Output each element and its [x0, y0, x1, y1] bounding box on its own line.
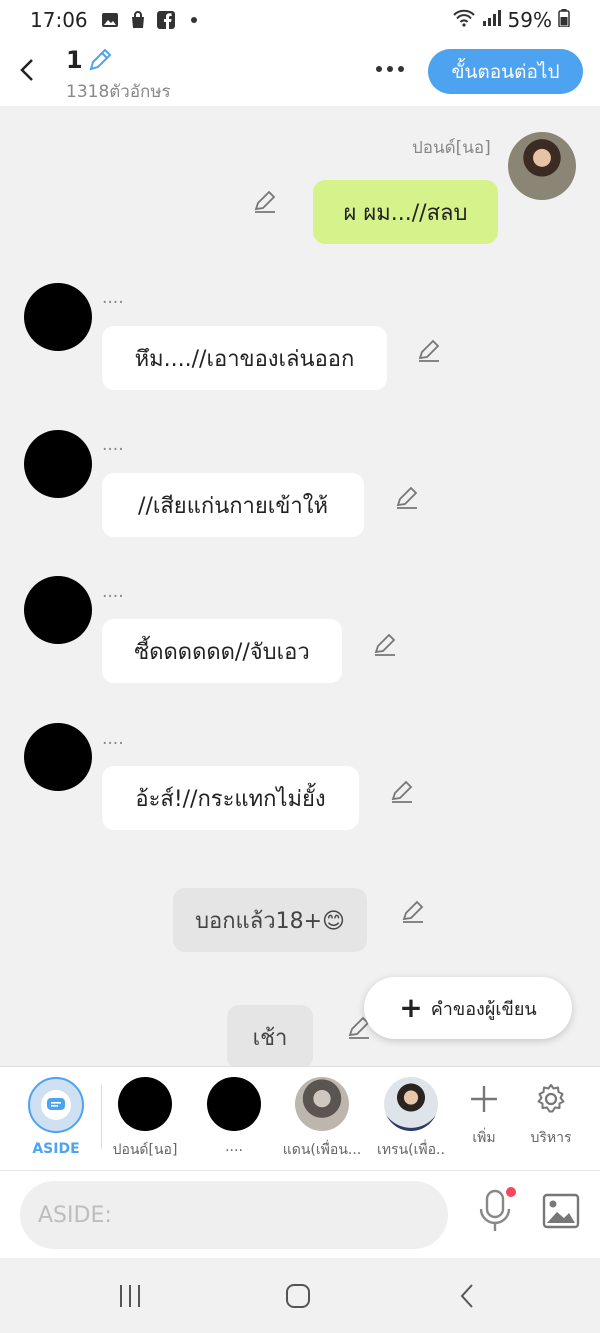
wifi-icon: [452, 8, 476, 32]
edit-message-icon[interactable]: [416, 337, 442, 363]
next-step-button[interactable]: ขั้นตอนต่อไป: [428, 49, 583, 94]
avatar: [295, 1077, 349, 1131]
character-label: ....: [225, 1139, 243, 1155]
character-label: ASIDE: [32, 1141, 80, 1157]
avatar: [384, 1077, 438, 1131]
character-bar: ASIDE ปอนด์[นอ] .... แดน(เพื่อน... เทรน(…: [0, 1066, 600, 1170]
more-options-button[interactable]: [368, 54, 412, 84]
system-nav-bar: [0, 1258, 600, 1333]
character-unknown[interactable]: ....: [189, 1077, 279, 1155]
status-bar: 17:06 59%: [0, 0, 600, 40]
chevron-left-icon: [20, 59, 33, 81]
sender-name: ปอนด์[นอ]: [412, 138, 491, 158]
character-label: ปอนด์[นอ]: [112, 1142, 178, 1158]
message-bubble[interactable]: หึม....//เอาของเล่นออก: [102, 326, 387, 390]
home-icon: [286, 1284, 310, 1308]
signal-icon: [482, 8, 502, 32]
character-label: แดน(เพื่อน...: [282, 1142, 362, 1158]
avatar[interactable]: [24, 723, 92, 791]
character-aside[interactable]: ASIDE: [11, 1077, 101, 1157]
back-icon: [460, 1284, 473, 1308]
sender-name: ....: [102, 288, 124, 308]
home-button[interactable]: [278, 1278, 318, 1314]
plus-icon: +: [399, 991, 423, 1024]
message-bubble[interactable]: ซี้ดดดดดด//จับเอว: [102, 619, 342, 683]
recording-dot: [506, 1187, 516, 1197]
avatar: [207, 1077, 261, 1131]
avatar: [118, 1077, 172, 1131]
battery-percent: 59%: [507, 8, 552, 32]
character-count: 1318ตัวอักษร: [66, 82, 171, 102]
chat-bubble-icon: [47, 1098, 65, 1110]
more-dot: [376, 66, 382, 72]
sender-name: ....: [102, 435, 124, 455]
battery-icon: [558, 8, 570, 32]
edit-title-icon[interactable]: [86, 46, 114, 74]
avatar[interactable]: [24, 283, 92, 351]
recent-apps-button[interactable]: [110, 1278, 150, 1314]
episode-title[interactable]: 1: [66, 46, 83, 74]
more-dot: [398, 66, 404, 72]
more-dot: [387, 66, 393, 72]
image-icon: [542, 1193, 580, 1229]
sender-name: ....: [102, 582, 124, 602]
back-button[interactable]: [12, 52, 42, 88]
facebook-icon: [156, 11, 176, 29]
avatar[interactable]: [24, 576, 92, 644]
message-bubble[interactable]: ผ ผม...//สลบ: [313, 180, 498, 244]
gear-icon: [529, 1077, 573, 1121]
editor-header: 1 1318ตัวอักษร ขั้นตอนต่อไป: [0, 40, 600, 106]
manage-characters-button[interactable]: บริหาร: [516, 1077, 586, 1149]
chat-area: ปอนด์[นอ] ผ ผม...//สลบ .... หึม....//เอา…: [0, 106, 600, 1066]
edit-message-icon[interactable]: [394, 484, 420, 510]
author-note-button[interactable]: + คำของผู้เขียน: [364, 977, 572, 1039]
narration-bubble[interactable]: เช้า: [227, 1005, 313, 1066]
edit-message-icon[interactable]: [252, 188, 278, 214]
system-back-button[interactable]: [447, 1278, 487, 1314]
message-bubble[interactable]: //เสียแก่นกายเข้าให้: [102, 473, 364, 537]
notification-dot-icon: [184, 11, 204, 29]
character-pond[interactable]: ปอนด์[นอ]: [100, 1077, 190, 1161]
plus-icon: [462, 1077, 506, 1121]
gallery-notification-icon: [100, 11, 120, 29]
composer: [0, 1170, 600, 1258]
manage-label: บริหาร: [530, 1130, 572, 1146]
add-character-button[interactable]: เพิ่ม: [449, 1077, 519, 1149]
message-input[interactable]: [20, 1181, 448, 1249]
avatar[interactable]: [508, 132, 576, 200]
character-dan[interactable]: แดน(เพื่อน...: [277, 1077, 367, 1161]
character-label: เทรน(เพื่อ..: [377, 1142, 445, 1158]
edit-message-icon[interactable]: [389, 778, 415, 804]
aside-avatar: [28, 1077, 84, 1133]
character-train[interactable]: เทรน(เพื่อ..: [366, 1077, 456, 1161]
sender-name: ....: [102, 729, 124, 749]
author-note-label: คำของผู้เขียน: [430, 998, 537, 1020]
recent-apps-icon: [120, 1285, 140, 1307]
insert-image-button[interactable]: [542, 1193, 580, 1229]
avatar[interactable]: [24, 430, 92, 498]
status-time: 17:06: [30, 8, 88, 32]
add-label: เพิ่ม: [472, 1130, 496, 1146]
shopping-bag-icon: [128, 11, 148, 29]
edit-message-icon[interactable]: [372, 631, 398, 657]
narration-bubble[interactable]: บอกแล้ว18+😊: [173, 888, 367, 952]
edit-message-icon[interactable]: [400, 898, 426, 924]
message-bubble[interactable]: อ้ะส์!//กระแทกไม่ยั้ง: [102, 766, 359, 830]
